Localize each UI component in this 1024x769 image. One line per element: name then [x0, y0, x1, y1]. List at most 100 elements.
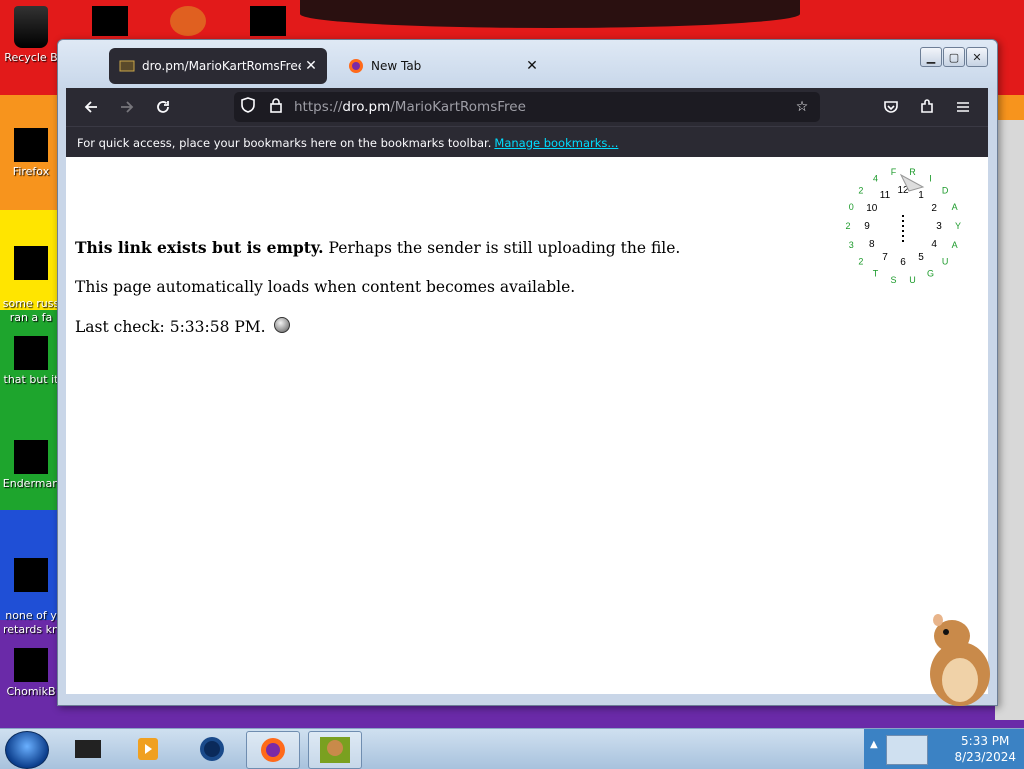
show-hidden-icons-icon[interactable]: ▲: [870, 739, 878, 750]
url-bar[interactable]: https://dro.pm/MarioKartRomsFree ☆: [234, 92, 820, 122]
taskbar-item-globe[interactable]: [186, 731, 238, 767]
empty-link-heading: This link exists but is empty.: [75, 238, 324, 257]
desktop-icon-recycle-bin[interactable]: Recycle B: [0, 6, 62, 65]
clock-date-letter: 2: [858, 186, 863, 196]
clock-date-letter: 0: [849, 202, 854, 212]
page-content: This link exists but is empty. Perhaps t…: [66, 157, 990, 706]
desktop-icon-label: Firefox: [12, 165, 50, 178]
hamburger-menu-icon: [957, 102, 969, 112]
taskbar-clock[interactable]: 5:33 PM 8/23/2024: [954, 733, 1016, 765]
recycle-bin-icon: [14, 6, 48, 48]
desktop-icon-label: Enderman: [2, 477, 60, 490]
menu-button[interactable]: [950, 94, 976, 120]
taskbar-item-firefox[interactable]: [246, 731, 300, 769]
clock-date-letter: G: [927, 269, 934, 279]
shield-icon[interactable]: [234, 97, 262, 117]
clock-number: 8: [869, 239, 875, 250]
clock-date-letter: 3: [849, 240, 854, 250]
reload-icon: [157, 101, 169, 113]
lock-icon[interactable]: [262, 97, 290, 117]
taskbar-item-media-player[interactable]: [122, 731, 174, 767]
taskbar-item-1[interactable]: [62, 731, 114, 767]
auto-load-message: This page automatically loads when conte…: [75, 278, 576, 296]
app-icon: [14, 648, 48, 682]
app-icon: [14, 440, 48, 474]
file-icon: [14, 558, 48, 592]
clock-number: 4: [931, 239, 937, 250]
back-button[interactable]: [78, 94, 104, 120]
extensions-button[interactable]: [914, 94, 940, 120]
desktop-icon-enderman[interactable]: Enderman: [0, 440, 62, 491]
desktop-icon-chomikbox[interactable]: ChomikB: [0, 648, 62, 699]
browser-window: dro.pm/MarioKartRomsFree ✕ New Tab ✕ ▁ ▢…: [57, 39, 998, 706]
background-window-edge: [995, 120, 1024, 720]
desktop-icon-label: none of y retards kn: [3, 609, 59, 636]
desktop-icon-label: Recycle B: [4, 51, 58, 64]
url-text[interactable]: https://dro.pm/MarioKartRomsFree: [294, 99, 788, 115]
clock-number: 11: [880, 190, 891, 201]
desktop-icon-file-1[interactable]: some russ ran a fa: [0, 232, 62, 339]
tray-app-icon[interactable]: [886, 735, 928, 765]
desktop-icon-label: ChomikB: [6, 685, 56, 698]
puzzle-icon: [921, 99, 933, 113]
maximize-button[interactable]: ▢: [943, 47, 965, 67]
start-button[interactable]: [5, 731, 49, 769]
clock-date-letter: 4: [873, 173, 878, 183]
clock-date-letter: D: [942, 186, 949, 196]
empty-link-message: This link exists but is empty. Perhaps t…: [75, 238, 680, 257]
empty-link-detail: Perhaps the sender is still uploading th…: [323, 239, 681, 257]
bookmark-star-icon[interactable]: ☆: [788, 99, 816, 115]
tab-close-icon[interactable]: ✕: [522, 58, 542, 74]
close-window-button[interactable]: ✕: [966, 47, 988, 67]
clock-date-letter: T: [873, 269, 879, 279]
manage-bookmarks-link[interactable]: Manage bookmarks...: [494, 136, 618, 150]
clock-number: 3: [936, 221, 942, 232]
clock-number: 10: [866, 203, 878, 214]
navigation-toolbar: https://dro.pm/MarioKartRomsFree ☆: [66, 88, 988, 126]
minimize-button[interactable]: ▁: [920, 47, 942, 67]
firefox-icon: [349, 59, 363, 73]
desktop-icon-file-2[interactable]: that but it: [0, 336, 62, 387]
forward-button[interactable]: [114, 94, 140, 120]
clock-date-letter: 2: [845, 221, 850, 231]
taskbar-date: 8/23/2024: [954, 750, 1016, 764]
clock-date-letter: U: [909, 275, 916, 285]
clock-number: 2: [931, 203, 937, 214]
pocket-button[interactable]: [878, 94, 904, 120]
clock-date-letter: 2: [858, 256, 863, 266]
taskbar: ▲ 5:33 PM 8/23/2024: [0, 728, 1024, 769]
tab-new-tab[interactable]: New Tab ✕: [338, 48, 548, 84]
title-bar[interactable]: dro.pm/MarioKartRomsFree ✕ New Tab ✕ ▁ ▢…: [58, 40, 997, 88]
desktop-icon-file-3[interactable]: none of y retards kn: [0, 544, 62, 651]
desktop-icon-top-2[interactable]: [170, 6, 206, 36]
arrow-right-icon: [121, 101, 134, 113]
clock-date-letter: A: [952, 202, 958, 212]
desktop-icon-top-1[interactable]: [92, 6, 128, 36]
media-player-icon: [138, 738, 158, 760]
app-icon: [75, 740, 101, 758]
url-host: dro.pm: [342, 99, 391, 115]
file-icon: [14, 246, 48, 280]
bookmarks-toolbar: For quick access, place your bookmarks h…: [66, 126, 988, 158]
tab-active[interactable]: dro.pm/MarioKartRomsFree ✕: [109, 48, 327, 84]
last-check-time: 5:33:58 PM.: [169, 318, 266, 336]
last-check-message: Last check: 5:33:58 PM.: [75, 317, 290, 336]
firefox-icon: [14, 128, 48, 162]
reload-button[interactable]: [150, 94, 176, 120]
globe-icon: [200, 737, 224, 761]
tab-close-icon[interactable]: ✕: [301, 58, 321, 74]
clock-number: 6: [900, 257, 906, 268]
firefox-icon: [261, 738, 285, 762]
desktop-icon-top-3[interactable]: [250, 6, 286, 36]
clock-widget: 12 1234567891011 F RIDAYAUGUST232024: [845, 167, 961, 285]
clock-date-letter: U: [942, 256, 949, 266]
hamster-mascot-icon: [930, 614, 990, 706]
desktop-icon-label: that but it: [3, 373, 59, 386]
desktop-icon-firefox[interactable]: Firefox: [0, 128, 62, 179]
bookmarks-hint: For quick access, place your bookmarks h…: [77, 135, 492, 150]
clock-date-letter: Y: [955, 221, 961, 231]
url-path: /MarioKartRomsFree: [390, 99, 526, 115]
arrow-left-icon: [84, 101, 97, 113]
pocket-icon: [884, 101, 898, 113]
taskbar-item-chomikbox[interactable]: [308, 731, 362, 769]
